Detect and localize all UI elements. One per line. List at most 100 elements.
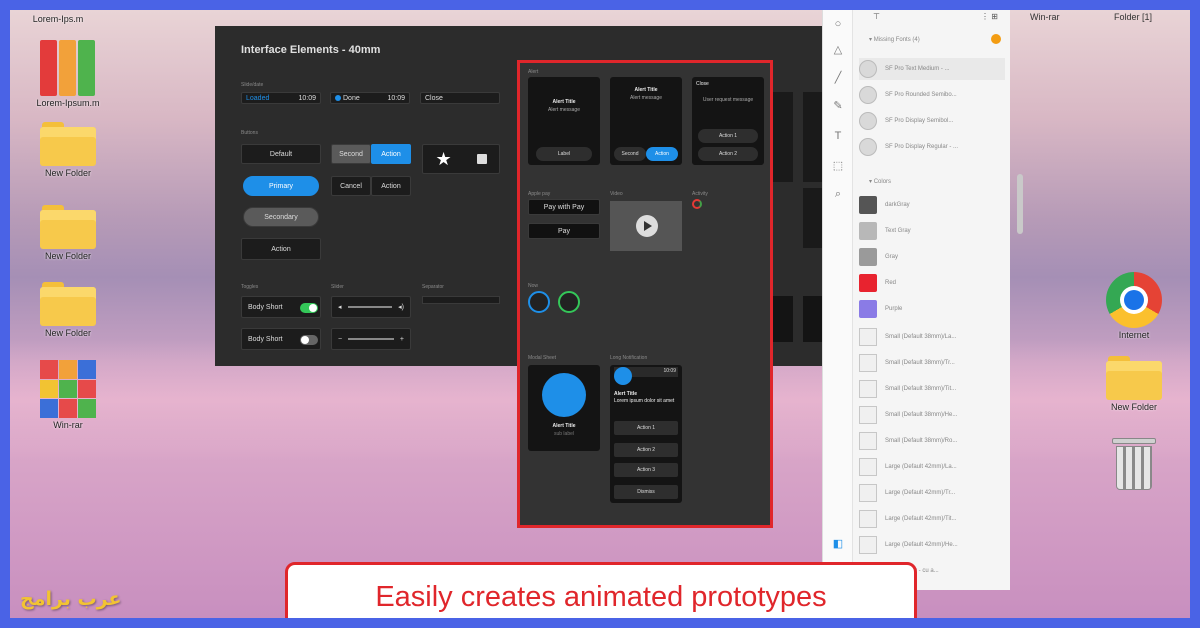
ellipse-tool-icon[interactable]: ○ <box>832 18 844 30</box>
toggle-switch-on[interactable] <box>300 303 318 313</box>
desktop-icon-label: New Folder <box>44 251 91 261</box>
layout-name: Small (Default 38mm)/Ro... <box>885 438 958 444</box>
alert-watch-1[interactable]: Alert Title Alert message Label <box>528 77 600 165</box>
alert-watch-3[interactable]: Close User request message Action 1 Acti… <box>692 77 764 165</box>
missing-fonts-label: Missing Fonts (4) <box>873 37 920 43</box>
desktop-icon-folder-right[interactable]: New Folder <box>1094 356 1174 412</box>
layout-name: Large (Default 42mm)/Tit... <box>885 516 957 522</box>
action-2-button[interactable]: Action 2 <box>698 147 758 161</box>
filter-icon[interactable]: ⊤ <box>873 12 880 21</box>
plugins-icon[interactable]: ◧ <box>832 538 844 550</box>
icon-button-group[interactable]: ★ <box>422 144 500 174</box>
notification-watch[interactable]: 10:09 Alert Title Lorem ipsum dolor sit … <box>610 365 682 503</box>
desktop-label: Lorem-Ips.m <box>32 14 84 24</box>
notification-action-1[interactable]: Action 1 <box>614 421 678 435</box>
desktop-icon-internet[interactable]: Internet <box>1094 272 1174 340</box>
volume-slider-1[interactable]: ◂ ◂) <box>331 296 411 318</box>
section-label: Modal Sheet <box>528 355 557 361</box>
desktop-icon-folder-3[interactable]: New Folder <box>28 282 108 338</box>
pay-small-button-text: Pay <box>557 227 571 235</box>
speaker-high-icon[interactable] <box>558 291 580 313</box>
play-icon[interactable] <box>636 215 658 237</box>
toggle-row-1[interactable]: Body Short <box>241 296 321 318</box>
desktop-icon-label: Lorem-Ipsum.m <box>36 98 100 108</box>
scrollbar[interactable] <box>1017 174 1023 234</box>
layout-row[interactable]: Small (Default 38mm)/He... <box>859 404 1005 426</box>
desktop-icon-trash[interactable] <box>1094 438 1174 490</box>
speaker-low-icon[interactable] <box>528 291 550 313</box>
pay-small-button[interactable]: Pay <box>528 223 600 239</box>
pen-tool-icon[interactable]: ✎ <box>832 100 844 112</box>
line-tool-icon[interactable]: ╱ <box>832 72 844 84</box>
folder-icon <box>40 282 96 326</box>
volume-slider-2[interactable]: − + <box>331 328 411 350</box>
desktop-label-top[interactable]: Lorem-Ips.m <box>18 12 98 24</box>
color-row[interactable]: Purple <box>859 298 1005 320</box>
color-row[interactable]: Gray <box>859 246 1005 268</box>
action-plain-button-label: Action <box>271 245 291 253</box>
desktop-icon-winrar[interactable]: Win-rar <box>28 360 108 430</box>
slider-track[interactable] <box>348 338 394 340</box>
star-icon[interactable]: ★ <box>435 149 451 170</box>
action-button[interactable]: Action <box>371 176 411 196</box>
action-plain-button[interactable]: Action <box>241 238 321 260</box>
desktop-icon-lorem[interactable]: Lorem-Ipsum.m <box>28 38 108 108</box>
alert-label-button[interactable]: Label <box>536 147 592 161</box>
second-button-text: Second <box>621 151 639 157</box>
video-player[interactable] <box>610 201 682 251</box>
close-field[interactable]: Close <box>420 92 500 104</box>
color-row[interactable]: darkGray <box>859 194 1005 216</box>
action-button[interactable]: Action <box>646 147 678 161</box>
time-field-2[interactable]: Done 10:09 <box>330 92 410 104</box>
volume-high-icon: ◂) <box>398 304 404 311</box>
toggle-row-2[interactable]: Body Short <box>241 328 321 350</box>
menubar-winrar[interactable]: Win-rar <box>1030 12 1060 22</box>
font-row[interactable]: SF Pro Display Semibol... <box>859 110 1005 132</box>
second-button[interactable]: Second <box>614 147 646 161</box>
panel-menu-icons[interactable]: ⋮ ⊞ <box>981 12 998 21</box>
pay-with-apple-pay-button[interactable]: Pay with Pay <box>528 199 600 215</box>
notification-action-3[interactable]: Action 3 <box>614 463 678 477</box>
primary-button[interactable]: Primary <box>243 176 319 196</box>
alert-title: Alert Title <box>552 423 576 429</box>
notification-action-2[interactable]: Action 2 <box>614 443 678 457</box>
missing-fonts-header[interactable]: ▾ Missing Fonts (4) <box>869 36 920 43</box>
font-row[interactable]: SF Pro Rounded Semibo... <box>859 84 1005 106</box>
action-blue-button[interactable]: Action <box>371 144 411 164</box>
second-button[interactable]: Second <box>331 144 371 164</box>
colors-header[interactable]: ▾ Colors <box>869 178 891 185</box>
text-tool-icon[interactable]: T <box>832 130 844 142</box>
default-button[interactable]: Default <box>241 144 321 164</box>
menubar-folder[interactable]: Folder [1] <box>1114 12 1152 22</box>
layout-row[interactable]: Small (Default 38mm)/Ro... <box>859 430 1005 452</box>
activity-ring-icon <box>692 199 702 209</box>
font-row[interactable]: SF Pro Display Regular - ... <box>859 136 1005 158</box>
polygon-tool-icon[interactable]: △ <box>832 44 844 56</box>
cancel-button[interactable]: Cancel <box>331 176 371 196</box>
color-row[interactable]: Red <box>859 272 1005 294</box>
font-row[interactable]: SF Pro Text Medium - ... <box>859 58 1005 80</box>
layout-row[interactable]: Small (Default 38mm)/Tit... <box>859 378 1005 400</box>
stop-icon[interactable] <box>476 154 487 164</box>
time-field-1[interactable]: Loaded 10:09 <box>241 92 321 104</box>
secondary-button[interactable]: Secondary <box>243 207 319 227</box>
font-glyph-icon <box>859 86 877 104</box>
action-1-button[interactable]: Action 1 <box>698 129 758 143</box>
big-circle-watch[interactable]: Alert Title sub label <box>528 365 600 451</box>
dismiss-button[interactable]: Dismiss <box>614 485 678 499</box>
toggle-switch-off[interactable] <box>300 335 318 345</box>
slider-track[interactable] <box>347 306 393 308</box>
zoom-tool-icon[interactable]: ⌕ <box>832 188 844 200</box>
alert-watch-2[interactable]: Alert Title Alert message Second Action <box>610 77 682 165</box>
color-row[interactable]: Text Gray <box>859 220 1005 242</box>
highlighted-watch-screens[interactable]: Alert Alert Title Alert message Label Al… <box>517 60 773 528</box>
desktop-icon-folder-2[interactable]: New Folder <box>28 205 108 261</box>
artboard-tool-icon[interactable]: ⬚ <box>832 160 844 172</box>
layout-row[interactable]: Large (Default 42mm)/He... <box>859 534 1005 556</box>
layout-row[interactable]: Large (Default 42mm)/Tr... <box>859 482 1005 504</box>
layout-row[interactable]: Large (Default 42mm)/La... <box>859 456 1005 478</box>
layout-row[interactable]: Large (Default 42mm)/Tit... <box>859 508 1005 530</box>
layout-row[interactable]: Small (Default 38mm)/Tr... <box>859 352 1005 374</box>
layout-row[interactable]: Small (Default 38mm)/La... <box>859 326 1005 348</box>
desktop-icon-folder-1[interactable]: New Folder <box>28 122 108 178</box>
